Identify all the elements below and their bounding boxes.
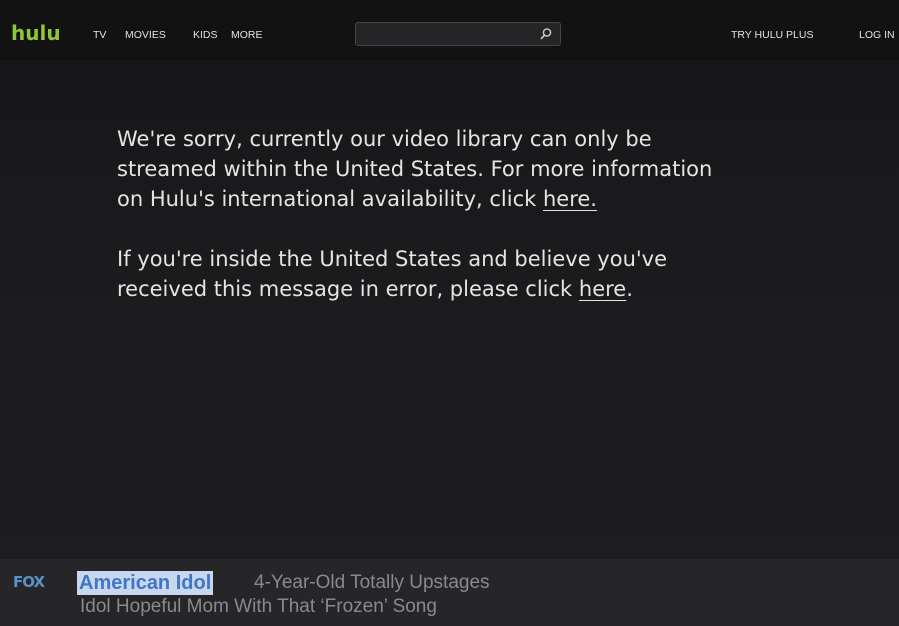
message-line: We're sorry, currently our video library… xyxy=(117,127,652,151)
search-box[interactable] xyxy=(355,22,561,46)
login-link[interactable]: LOG IN xyxy=(859,28,895,42)
nav-tv[interactable]: TV xyxy=(93,28,106,42)
nav-kids[interactable]: KIDS xyxy=(193,28,218,42)
search-icon[interactable] xyxy=(538,26,554,42)
message-period: . xyxy=(626,277,633,301)
message-line: received this message in error, please c… xyxy=(117,277,579,301)
headline-line-2: Idol Hopeful Mom With That ‘Frozen’ Song xyxy=(80,596,437,617)
message-line: If you're inside the United States and b… xyxy=(117,247,667,271)
message-line: streamed within the United States. For m… xyxy=(117,157,713,181)
report-error-link[interactable]: here xyxy=(579,277,626,301)
nav-movies[interactable]: MOVIES xyxy=(125,28,166,42)
headline-line-1: 4-Year-Old Totally Upstages xyxy=(254,572,490,593)
show-tag[interactable]: American Idol xyxy=(77,571,214,595)
search-input[interactable] xyxy=(362,26,536,44)
nav-more[interactable]: MORE xyxy=(231,28,263,42)
top-navigation-bar: hulu TV MOVIES KIDS MORE TRY HULU PLUS L… xyxy=(0,0,899,60)
message-paragraph-1: We're sorry, currently our video library… xyxy=(117,124,837,214)
message-line: on Hulu's international availability, cl… xyxy=(117,187,543,211)
message-paragraph-2: If you're inside the United States and b… xyxy=(117,244,837,304)
hulu-logo[interactable]: hulu xyxy=(11,21,61,45)
featured-headline-bar: FOX 4-Year-Old Totally Upstages Idol Hop… xyxy=(0,559,899,626)
try-hulu-plus-link[interactable]: TRY HULU PLUS xyxy=(731,28,813,42)
page: hulu TV MOVIES KIDS MORE TRY HULU PLUS L… xyxy=(0,0,899,626)
geo-restriction-message: We're sorry, currently our video library… xyxy=(117,124,837,304)
fox-network-logo: FOX xyxy=(13,573,45,591)
international-availability-link[interactable]: here. xyxy=(543,187,597,211)
